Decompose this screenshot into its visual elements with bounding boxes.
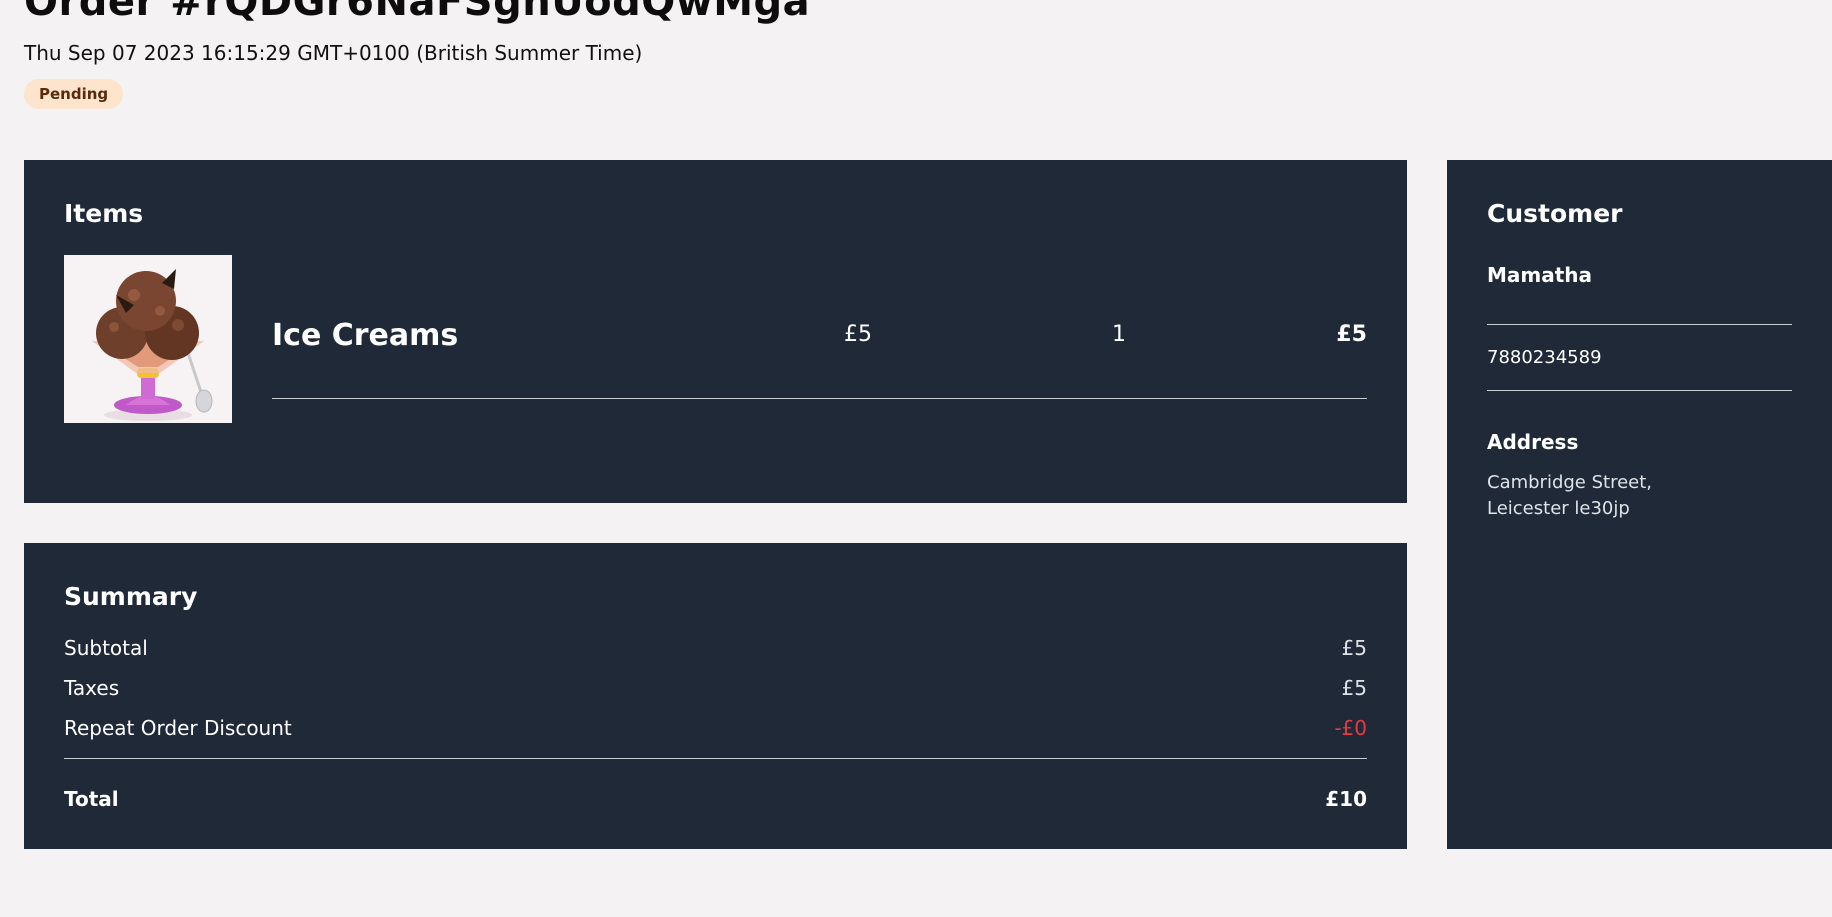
address-line-2: Leicester le30jp: [1487, 498, 1630, 519]
status-badge: Pending: [24, 79, 124, 109]
customer-heading: Customer: [1487, 199, 1623, 228]
item-name: Ice Creams: [272, 318, 459, 353]
customer-divider: [1487, 390, 1792, 391]
customer-phone: 7880234589: [1487, 347, 1602, 368]
summary-row-total: Total £10: [64, 785, 1367, 813]
summary-row-discount: Repeat Order Discount -£0: [64, 714, 1367, 742]
summary-card: Summary Subtotal £5 Taxes £5 Repeat Orde…: [24, 543, 1407, 849]
ice-cream-sundae-icon: [64, 255, 232, 423]
item-quantity: 1: [1112, 322, 1126, 347]
customer-divider: [1487, 324, 1792, 325]
subtotal-label: Subtotal: [64, 636, 148, 660]
items-heading: Items: [64, 199, 144, 228]
discount-value: -£0: [1334, 716, 1367, 740]
subtotal-value: £5: [1341, 636, 1367, 660]
item-price: £5: [844, 322, 872, 347]
page-title: Order #rQDGr6NaFSgnUodQwMga: [24, 0, 811, 25]
address-heading: Address: [1487, 430, 1579, 454]
summary-divider: [64, 758, 1367, 759]
summary-heading: Summary: [64, 582, 198, 611]
item-row: Ice Creams £5 1 £5: [272, 255, 1367, 399]
discount-label: Repeat Order Discount: [64, 716, 292, 740]
customer-name: Mamatha: [1487, 263, 1593, 287]
item-line-total: £5: [1336, 322, 1367, 347]
taxes-label: Taxes: [64, 676, 120, 700]
order-page: Order #rQDGr6NaFSgnUodQwMga Thu Sep 07 2…: [0, 0, 1832, 917]
items-card: Items Ice Creams £5 1 £5: [24, 160, 1407, 503]
item-image-ice-cream: [64, 255, 232, 423]
total-label: Total: [64, 787, 119, 811]
summary-row-subtotal: Subtotal £5: [64, 634, 1367, 662]
address-line-1: Cambridge Street,: [1487, 472, 1653, 493]
customer-card: Customer Mamatha 7880234589 Address Camb…: [1447, 160, 1832, 849]
taxes-value: £5: [1341, 676, 1367, 700]
order-date: Thu Sep 07 2023 16:15:29 GMT+0100 (Briti…: [24, 41, 643, 65]
total-value: £10: [1325, 787, 1367, 811]
summary-row-taxes: Taxes £5: [64, 674, 1367, 702]
